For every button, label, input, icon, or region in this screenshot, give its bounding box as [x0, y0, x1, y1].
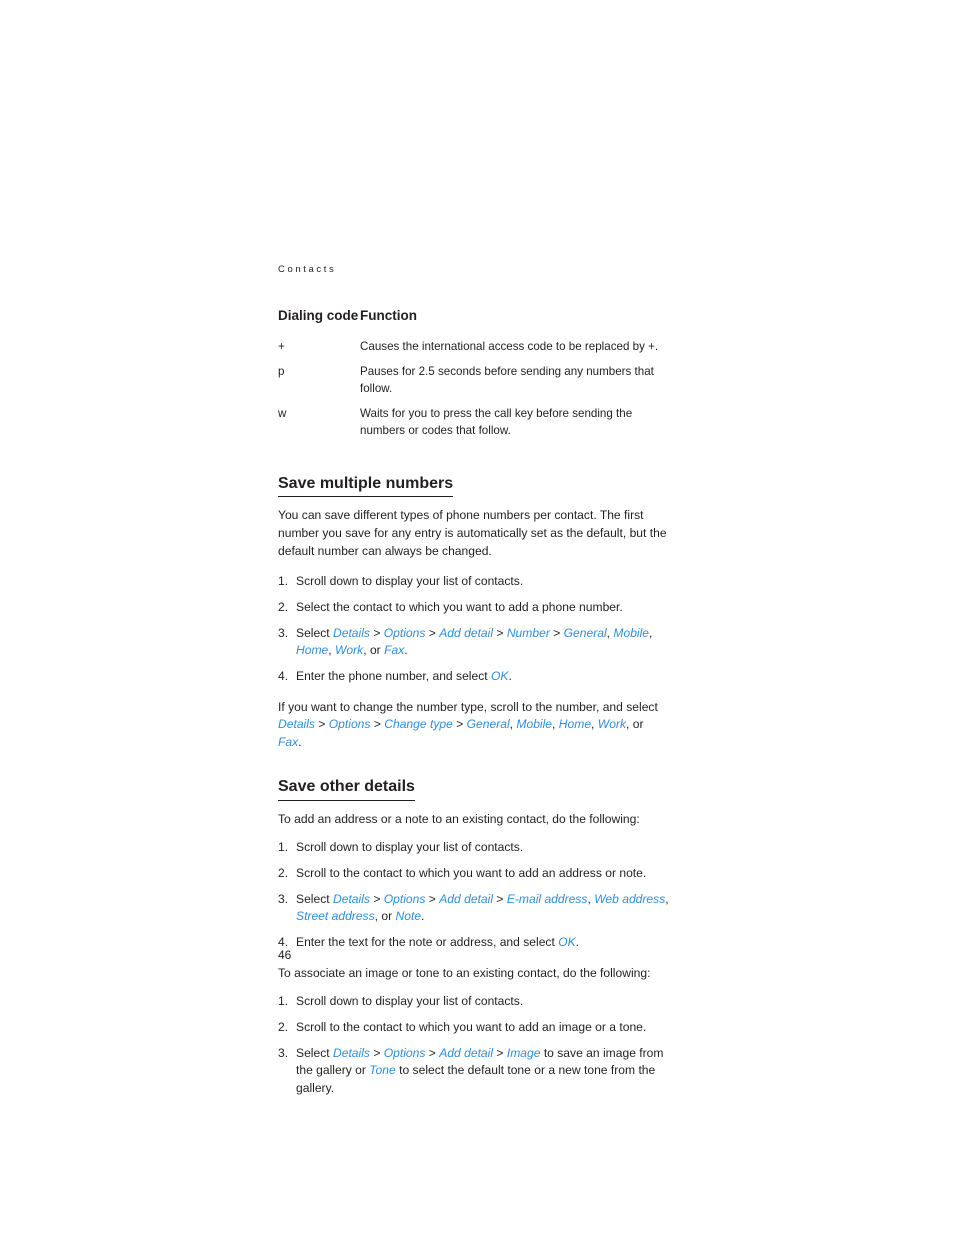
- ui-term: OK: [490, 668, 509, 683]
- ui-term: Add detail: [439, 625, 494, 640]
- list-item: 1. Scroll down to display your list of co…: [278, 839, 670, 857]
- list-item-text: Enter the text for the note or address, …: [296, 934, 580, 949]
- section-heading: Save other details: [278, 777, 415, 801]
- ui-term: Options: [383, 1045, 426, 1060]
- list-item-text: Scroll to the contact to which you want …: [296, 865, 647, 880]
- list-item: 2. Scroll to the contact to which you wan…: [278, 865, 670, 883]
- table-cell-function: Pauses for 2.5 seconds before sending an…: [360, 365, 654, 395]
- list-item-number: 1.: [278, 574, 289, 589]
- running-header: Contacts: [278, 264, 337, 275]
- ui-term: General: [563, 625, 607, 640]
- list-item: 2. Scroll to the contact to which you wan…: [278, 1019, 670, 1037]
- ui-term: Work: [597, 717, 626, 732]
- section-intro-paragraph-2: To associate an image or tone to an exis…: [278, 965, 651, 980]
- list-item-text: Select Details > Options > Add detail > …: [296, 891, 669, 924]
- list-item-text: Scroll down to display your list of cont…: [296, 840, 524, 855]
- table-row: p Pauses for 2.5 seconds before sending …: [278, 364, 670, 406]
- list-item-text: Select Details > Options > Add detail > …: [296, 625, 653, 658]
- section-save-multiple-numbers: Save multiple numbers: [278, 474, 670, 507]
- list-item: 4. Enter the phone number, and select OK.: [278, 668, 670, 686]
- section-intro-paragraph: You can save different types of phone nu…: [278, 508, 667, 558]
- ui-term: Details: [332, 891, 370, 906]
- ui-term: Tone: [369, 1063, 396, 1078]
- table-row: + Causes the international access code t…: [278, 339, 670, 364]
- ui-term: Fax: [278, 734, 299, 749]
- table-header-function: Function: [360, 308, 417, 323]
- list-item: 3. Select Details > Options > Add detail …: [278, 1045, 670, 1098]
- page-number: 46: [278, 948, 292, 962]
- ui-term: Details: [278, 717, 315, 732]
- list-item: 3. Select Details > Options > Add detail …: [278, 625, 670, 660]
- list-item: 4. Enter the text for the note or address…: [278, 934, 670, 952]
- table-cell-code: w: [278, 407, 287, 421]
- ui-term: Image: [506, 1045, 541, 1060]
- table-header-row: Dialing code Function: [278, 307, 670, 339]
- ui-term: Options: [383, 625, 426, 640]
- steps-list: 1. Scroll down to display your list of co…: [278, 839, 670, 951]
- ui-term: General: [466, 717, 510, 732]
- section-outro-paragraph: If you want to change the number type, s…: [278, 699, 658, 749]
- list-item-text: Scroll down to display your list of cont…: [296, 994, 524, 1009]
- ui-term: Change type: [384, 717, 453, 732]
- list-item-text: Select Details > Options > Add detail > …: [296, 1045, 664, 1095]
- table-cell-function: Waits for you to press the call key befo…: [360, 407, 633, 437]
- list-item-text: Enter the phone number, and select OK.: [296, 668, 512, 683]
- list-item-number: 2.: [278, 865, 289, 880]
- section-intro-paragraph: To add an address or a note to an existi…: [278, 811, 640, 826]
- page-content: Contacts Dialing code Function + Causes …: [278, 264, 670, 1111]
- ui-term: Details: [332, 625, 370, 640]
- ui-term: Add detail: [439, 891, 494, 906]
- ui-term: Mobile: [516, 717, 553, 732]
- ui-term: Home: [558, 717, 592, 732]
- ui-term: Work: [335, 643, 364, 658]
- ui-term: Home: [296, 643, 329, 658]
- ui-term: Add detail: [439, 1045, 494, 1060]
- ui-term: Details: [332, 1045, 370, 1060]
- list-item-number: 1.: [278, 840, 289, 855]
- ui-term: OK: [558, 934, 576, 949]
- list-item-text: Scroll to the contact to which you want …: [296, 1019, 647, 1034]
- list-item: 3. Select Details > Options > Add detail …: [278, 891, 670, 926]
- ui-term: Street address: [296, 909, 375, 924]
- ui-term: Fax: [384, 643, 405, 658]
- ui-term: Note: [395, 909, 422, 924]
- ui-term: Number: [506, 625, 550, 640]
- dialing-code-table: Dialing code Function + Causes the inter…: [278, 307, 670, 448]
- list-item: 2. Select the contact to which you want t…: [278, 599, 670, 617]
- table-row: w Waits for you to press the call key be…: [278, 406, 670, 448]
- steps-list-2: 1. Scroll down to display your list of co…: [278, 993, 670, 1097]
- list-item-text: Scroll down to display your list of cont…: [296, 574, 524, 589]
- steps-list: 1. Scroll down to display your list of co…: [278, 573, 670, 685]
- list-item-number: 4.: [278, 668, 289, 683]
- list-item: 1. Scroll down to display your list of co…: [278, 573, 670, 591]
- ui-term: E-mail address: [506, 891, 588, 906]
- list-item-number: 2.: [278, 1019, 289, 1034]
- table-header-dialing-code: Dialing code: [278, 308, 359, 323]
- list-item-text: Select the contact to which you want to …: [296, 599, 623, 614]
- list-item-number: 2.: [278, 599, 289, 614]
- list-item-number: 3.: [278, 1045, 289, 1060]
- ui-term: Web address: [594, 891, 666, 906]
- ui-term: Mobile: [613, 625, 650, 640]
- table-cell-code: p: [278, 365, 285, 379]
- ui-term: Options: [383, 891, 426, 906]
- list-item-number: 3.: [278, 625, 289, 640]
- section-save-other-details: Save other details: [278, 777, 670, 810]
- list-item: 1. Scroll down to display your list of co…: [278, 993, 670, 1011]
- section-heading: Save multiple numbers: [278, 474, 454, 498]
- list-item-number: 1.: [278, 994, 289, 1009]
- table-cell-function: Causes the international access code to …: [360, 339, 659, 353]
- table-cell-code: +: [278, 339, 285, 353]
- list-item-number: 3.: [278, 891, 289, 906]
- ui-term: Options: [328, 717, 371, 732]
